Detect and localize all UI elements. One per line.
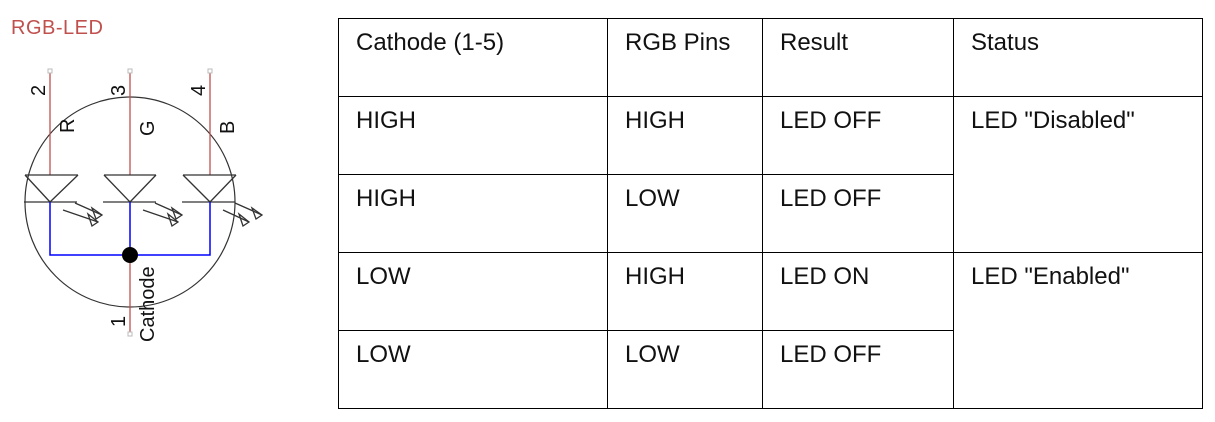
header-cell: Cathode (1-5) bbox=[338, 18, 608, 97]
pin-b-label: B bbox=[217, 121, 239, 134]
cathode-cell: HIGH bbox=[338, 174, 608, 253]
result-cell: LED OFF bbox=[762, 96, 954, 175]
cathode-cell: LOW bbox=[338, 330, 608, 409]
rgb-pins-cell: LOW bbox=[607, 174, 763, 253]
junction-dot bbox=[122, 247, 138, 263]
pin-1-number: 1 bbox=[108, 316, 130, 327]
table-header-row: Cathode (1-5) RGB Pins Result Status bbox=[338, 18, 1203, 97]
pin-r-label: R bbox=[57, 119, 79, 133]
pin-3-number: 3 bbox=[108, 85, 130, 96]
rgb-led-schematic: 2 3 4 R G B 1 Cathode bbox=[24, 68, 264, 342]
diode-g bbox=[103, 174, 184, 228]
pin-2-number: 2 bbox=[28, 85, 50, 96]
pin-g-label: G bbox=[137, 120, 159, 136]
cathode-label: Cathode bbox=[137, 266, 159, 342]
status-cell: LED "Disabled" bbox=[953, 96, 1203, 253]
header-cell: Status bbox=[953, 18, 1203, 97]
cathode-cell: HIGH bbox=[338, 96, 608, 175]
result-cell: LED OFF bbox=[762, 330, 954, 409]
diodes bbox=[24, 174, 264, 228]
header-cell: Result bbox=[762, 18, 954, 97]
rgb-pins-cell: HIGH bbox=[607, 96, 763, 175]
rgb-pins-cell: LOW bbox=[607, 330, 763, 409]
status-cell: LED "Enabled" bbox=[953, 252, 1203, 409]
cathode-cell: LOW bbox=[338, 252, 608, 331]
table-row: HIGH HIGH LED OFF LED "Disabled" bbox=[338, 96, 1203, 253]
rgb-pins-cell: HIGH bbox=[607, 252, 763, 331]
diode-b bbox=[182, 174, 264, 228]
diode-r bbox=[24, 174, 104, 228]
truth-table: Cathode (1-5) RGB Pins Result Status HIG… bbox=[338, 18, 1203, 409]
result-cell: LED ON bbox=[762, 252, 954, 331]
table-row: LOW HIGH LED ON LED "Enabled" bbox=[338, 252, 1203, 409]
pin-4-number: 4 bbox=[188, 85, 210, 96]
header-cell: RGB Pins bbox=[607, 18, 763, 97]
result-cell: LED OFF bbox=[762, 174, 954, 253]
